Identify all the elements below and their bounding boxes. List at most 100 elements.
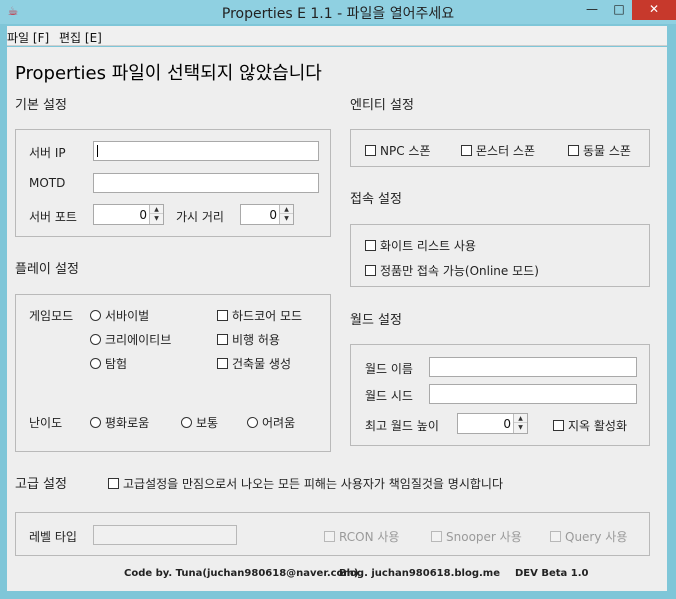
npc-spawn-checkbox[interactable]: NPC 스폰 [365,142,431,159]
creative-label: 크리에이티브 [105,333,172,347]
world-settings-title: 월드 설정 [350,313,402,328]
connection-settings-panel: 화이트 리스트 사용 정품만 접속 가능(Online 모드) [350,224,650,287]
checkbox-icon [365,240,376,251]
server-ip-field[interactable] [93,141,319,161]
server-ip-label: 서버 IP [29,146,66,160]
max-height-arrows: ▲ ▼ [513,414,527,433]
spin-up-arrow-icon[interactable]: ▲ [150,205,163,214]
spin-up-arrow-icon[interactable]: ▲ [514,414,527,423]
view-distance-spinner[interactable]: 0 ▲ ▼ [240,204,294,225]
server-port-spinner[interactable]: 0 ▲ ▼ [93,204,164,225]
adventure-label: 탐험 [105,357,128,371]
generate-structures-label: 건축물 생성 [232,357,292,371]
survival-label: 서바이벌 [105,309,150,323]
snooper-label: Snooper 사용 [446,530,522,544]
checkbox-icon [324,531,335,542]
query-checkbox[interactable]: Query 사용 [550,528,627,545]
query-label: Query 사용 [565,530,628,544]
radio-icon [90,358,101,369]
animal-spawn-label: 동물 스폰 [583,144,631,158]
radio-icon [181,417,192,428]
server-port-arrows: ▲ ▼ [149,205,163,224]
view-distance-label: 가시 거리 [176,210,224,224]
online-mode-label: 정품만 접속 가능(Online 모드) [380,264,539,278]
max-height-value: 0 [503,417,511,431]
world-settings-panel: 월드 이름 월드 시드 최고 월드 높이 0 ▲ ▼ 지옥 활성화 [350,344,650,446]
status-heading: Properties 파일이 선택되지 않았습니다 [15,63,322,84]
menu-file[interactable]: 파일 [F] [7,29,49,46]
monster-spawn-checkbox[interactable]: 몬스터 스폰 [461,142,535,159]
basic-settings-panel: 서버 IP MOTD 서버 포트 0 ▲ ▼ 가시 거리 0 ▲ ▼ [15,129,331,237]
level-type-field[interactable] [93,525,237,545]
checkbox-icon [553,420,564,431]
spin-up-arrow-icon[interactable]: ▲ [280,205,293,214]
creative-radio[interactable]: 크리에이티브 [90,331,171,348]
nether-label: 지옥 활성화 [568,419,628,433]
maximize-button[interactable]: □ [606,0,632,20]
view-distance-arrows: ▲ ▼ [279,205,293,224]
generate-structures-checkbox[interactable]: 건축물 생성 [217,355,291,372]
title-bar[interactable]: ☕ Properties E 1.1 - 파일을 열어주세요 — □ ✕ [0,0,676,24]
hardcore-checkbox[interactable]: 하드코어 모드 [217,307,302,324]
close-button[interactable]: ✕ [632,0,676,20]
entity-settings-title: 엔티티 설정 [350,98,414,113]
advanced-settings-panel: 레벨 타입 RCON 사용 Snooper 사용 Query 사용 [15,512,650,556]
normal-label: 보통 [196,416,219,430]
survival-radio[interactable]: 서바이벌 [90,307,149,324]
whitelist-label: 화이트 리스트 사용 [380,239,476,253]
advanced-settings-title: 고급 설정 [15,477,67,492]
basic-settings-title: 기본 설정 [15,98,67,113]
java-app-icon: ☕ [7,4,19,18]
checkbox-icon [217,358,228,369]
radio-icon [90,334,101,345]
allow-flight-label: 비행 허용 [232,333,280,347]
motd-field[interactable] [93,173,319,193]
spin-down-arrow-icon[interactable]: ▼ [280,214,293,223]
allow-flight-checkbox[interactable]: 비행 허용 [217,331,280,348]
world-name-field[interactable] [429,357,637,377]
checkbox-icon [108,478,119,489]
adventure-radio[interactable]: 탐험 [90,355,127,372]
footer-blog: Blog. juchan980618.blog.me [339,568,500,579]
app-window: ☕ Properties E 1.1 - 파일을 열어주세요 — □ ✕ 파일 … [0,0,676,599]
play-settings-title: 플레이 설정 [15,262,79,277]
npc-spawn-label: NPC 스폰 [380,144,431,158]
checkbox-icon [217,310,228,321]
nether-checkbox[interactable]: 지옥 활성화 [553,417,627,434]
checkbox-icon [550,531,561,542]
main-panel: Properties 파일이 선택되지 않았습니다 기본 설정 서버 IP MO… [7,47,667,591]
menu-edit[interactable]: 편집 [E] [59,29,102,46]
connection-settings-title: 접속 설정 [350,192,402,207]
world-seed-field[interactable] [429,384,637,404]
hard-label: 어려움 [262,416,296,430]
radio-icon [90,310,101,321]
animal-spawn-checkbox[interactable]: 동물 스폰 [568,142,631,159]
max-height-spinner[interactable]: 0 ▲ ▼ [457,413,528,434]
server-port-value: 0 [139,208,147,222]
footer-version: DEV Beta 1.0 [515,568,589,579]
whitelist-checkbox[interactable]: 화이트 리스트 사용 [365,237,476,254]
checkbox-icon [365,145,376,156]
view-distance-value: 0 [269,208,277,222]
checkbox-icon [461,145,472,156]
advanced-agree-checkbox[interactable]: 고급설정을 만짐으로서 나오는 모든 피해는 사용자가 책임질것을 명시합니다 [108,475,503,492]
rcon-label: RCON 사용 [339,530,400,544]
peaceful-radio[interactable]: 평화로움 [90,414,149,431]
window-title: Properties E 1.1 - 파일을 열어주세요 [221,6,455,22]
checkbox-icon [365,265,376,276]
difficulty-label: 난이도 [29,416,63,430]
online-mode-checkbox[interactable]: 정품만 접속 가능(Online 모드) [365,262,539,279]
motd-label: MOTD [29,176,66,190]
entity-settings-panel: NPC 스폰 몬스터 스폰 동물 스폰 [350,129,650,167]
monster-spawn-label: 몬스터 스폰 [476,144,536,158]
normal-radio[interactable]: 보통 [181,414,218,431]
radio-icon [90,417,101,428]
hard-radio[interactable]: 어려움 [247,414,295,431]
spin-down-arrow-icon[interactable]: ▼ [150,214,163,223]
spin-down-arrow-icon[interactable]: ▼ [514,423,527,432]
gamemode-label: 게임모드 [29,309,74,323]
minimize-button[interactable]: — [578,0,606,20]
snooper-checkbox[interactable]: Snooper 사용 [431,528,522,545]
checkbox-icon [431,531,442,542]
rcon-checkbox[interactable]: RCON 사용 [324,528,399,545]
